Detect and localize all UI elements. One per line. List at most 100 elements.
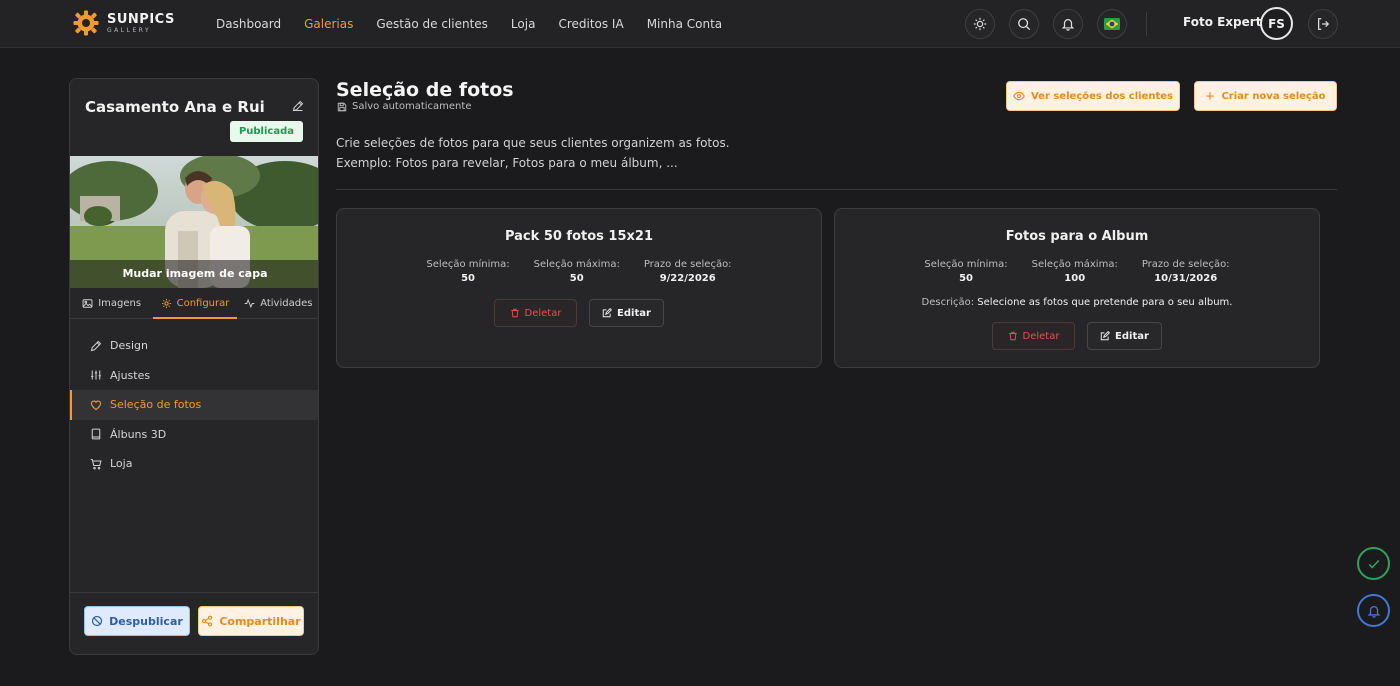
nav-gestao-clientes[interactable]: Gestão de clientes — [376, 17, 488, 31]
brand-sub: GALLERY — [107, 26, 152, 34]
selection-title: Fotos para o Album — [1005, 229, 1149, 244]
logout-button[interactable] — [1308, 9, 1338, 39]
stat-min-label: Seleção mínima: — [924, 259, 1008, 270]
book-icon — [91, 428, 101, 440]
stat-max-value: 100 — [1064, 273, 1086, 284]
stat-deadline: Prazo de seleção: 9/22/2026 — [644, 259, 732, 284]
image-icon — [82, 298, 93, 308]
menu-item-selecao-fotos[interactable]: Seleção de fotos — [70, 390, 318, 420]
nav-minha-conta[interactable]: Minha Conta — [647, 17, 722, 31]
delete-button[interactable]: Deletar — [494, 299, 577, 327]
stat-max-label: Seleção máxima: — [1031, 259, 1118, 270]
divider — [336, 189, 1337, 190]
selection-description: Descrição: Selecione as fotos que preten… — [835, 297, 1319, 308]
stat-deadline-value: 10/31/2026 — [1154, 273, 1218, 284]
nav-creditos-ia[interactable]: Creditos IA — [558, 17, 623, 31]
search-button[interactable] — [1009, 9, 1039, 39]
top-navbar: SUNPICS GALLERY Dashboard Galerias Gestã… — [0, 0, 1400, 48]
menu-item-label: Ajustes — [110, 368, 151, 382]
search-icon — [1018, 18, 1031, 31]
brand-logo[interactable]: SUNPICS GALLERY — [73, 10, 175, 36]
tab-atividades[interactable]: Atividades — [237, 288, 318, 318]
ban-icon — [92, 615, 103, 627]
delete-button[interactable]: Deletar — [992, 322, 1075, 350]
nav-galerias[interactable]: Galerias — [304, 17, 353, 31]
theme-toggle-button[interactable] — [965, 9, 995, 39]
bell-icon — [1367, 605, 1380, 618]
stat-min: Seleção mínima: 50 — [924, 259, 1007, 284]
confirm-fab-button[interactable] — [1357, 547, 1390, 580]
edit-label: Editar — [1115, 330, 1149, 342]
menu-item-label: Loja — [110, 457, 133, 471]
edit-button[interactable]: Editar — [589, 299, 664, 327]
unpublish-label: Despublicar — [109, 614, 183, 628]
activity-icon — [244, 298, 255, 308]
stat-deadline-label: Prazo de seleção: — [1141, 259, 1230, 270]
nav-loja[interactable]: Loja — [511, 17, 536, 31]
panel-footer: Despublicar Compartilhar — [70, 592, 318, 654]
notification-fab-button[interactable] — [1357, 594, 1390, 627]
share-label: Compartilhar — [219, 614, 301, 628]
stat-deadline-label: Prazo de seleção: — [643, 259, 732, 270]
stat-max: Seleção máxima: 100 — [1032, 259, 1118, 284]
menu-item-design[interactable]: Design — [70, 331, 318, 361]
share-button[interactable]: Compartilhar — [198, 606, 304, 636]
trash-icon — [510, 308, 519, 318]
nav-dashboard[interactable]: Dashboard — [216, 17, 281, 31]
main-nav: Dashboard Galerias Gestão de clientes Lo… — [216, 0, 722, 48]
config-menu: Design Ajustes Seleção de fotos Álbuns 3… — [70, 331, 318, 479]
avatar[interactable]: FS — [1260, 7, 1293, 40]
selection-stats: Seleção mínima: 50 Seleção máxima: 100 P… — [835, 259, 1319, 284]
menu-item-label: Design — [110, 339, 148, 353]
sliders-icon — [91, 370, 101, 380]
tab-configurar[interactable]: Configurar — [153, 288, 237, 319]
description-label: Descrição: — [921, 297, 975, 308]
tab-configurar-label: Configurar — [176, 297, 230, 309]
stat-deadline: Prazo de seleção: 10/31/2026 — [1142, 259, 1230, 284]
topbar-divider — [1146, 12, 1147, 36]
heart-icon — [90, 400, 102, 410]
gear-icon — [161, 298, 171, 308]
gallery-sidebar: Casamento Ana e Rui Publicada Mudar imag… — [69, 78, 319, 655]
tab-imagens[interactable]: Imagens — [70, 288, 153, 318]
sun-logo-icon — [73, 10, 99, 36]
stat-min-value: 50 — [461, 273, 475, 284]
change-cover-label[interactable]: Mudar imagem de capa — [70, 260, 318, 288]
plus-icon — [1206, 92, 1215, 100]
page-title: Seleção de fotos — [336, 79, 514, 101]
selection-title: Pack 50 fotos 15x21 — [504, 229, 653, 244]
selection-card: Pack 50 fotos 15x21 Seleção mínima: 50 S… — [336, 208, 822, 368]
tab-atividades-label: Atividades — [260, 297, 313, 309]
sun-icon — [973, 17, 987, 31]
cover-image[interactable]: Mudar imagem de capa — [70, 156, 318, 288]
language-button[interactable] — [1097, 9, 1127, 39]
card-actions: Deletar Editar — [337, 299, 821, 327]
edit-title-icon[interactable] — [292, 100, 304, 112]
stat-max-label: Seleção máxima: — [533, 259, 620, 270]
stat-max-value: 50 — [569, 273, 584, 284]
menu-item-albuns-3d[interactable]: Álbuns 3D — [70, 420, 318, 450]
unpublish-button[interactable]: Despublicar — [84, 606, 190, 636]
stat-min: Seleção mínima: 50 — [426, 259, 509, 284]
menu-item-ajustes[interactable]: Ajustes — [70, 361, 318, 391]
view-client-selections-button[interactable]: Ver seleções dos clientes — [1006, 81, 1180, 111]
stat-min-label: Seleção mínima: — [426, 259, 510, 270]
menu-item-loja[interactable]: Loja — [70, 449, 318, 479]
gallery-title: Casamento Ana e Rui — [85, 98, 265, 116]
description-line-1: Crie seleções de fotos para que seus cli… — [336, 136, 730, 150]
notifications-button[interactable] — [1053, 9, 1083, 39]
edit-button[interactable]: Editar — [1087, 322, 1162, 350]
user-name: Foto Expert — [1183, 15, 1262, 29]
autosave-status: Salvo automaticamente — [337, 101, 471, 112]
panel-tabs: Imagens Configurar Atividades — [70, 288, 318, 319]
stat-deadline-value: 9/22/2026 — [659, 273, 716, 284]
tab-imagens-label: Imagens — [98, 297, 142, 309]
view-client-selections-label: Ver seleções dos clientes — [1030, 90, 1173, 102]
brand-name: SUNPICS — [107, 11, 175, 27]
description-line-2: Exemplo: Fotos para revelar, Fotos para … — [336, 156, 678, 170]
check-icon — [1368, 559, 1379, 569]
create-selection-button[interactable]: Criar nova seleção — [1194, 81, 1337, 111]
eye-icon — [1013, 91, 1025, 101]
edit-icon — [602, 308, 613, 318]
trash-icon — [1008, 331, 1017, 341]
